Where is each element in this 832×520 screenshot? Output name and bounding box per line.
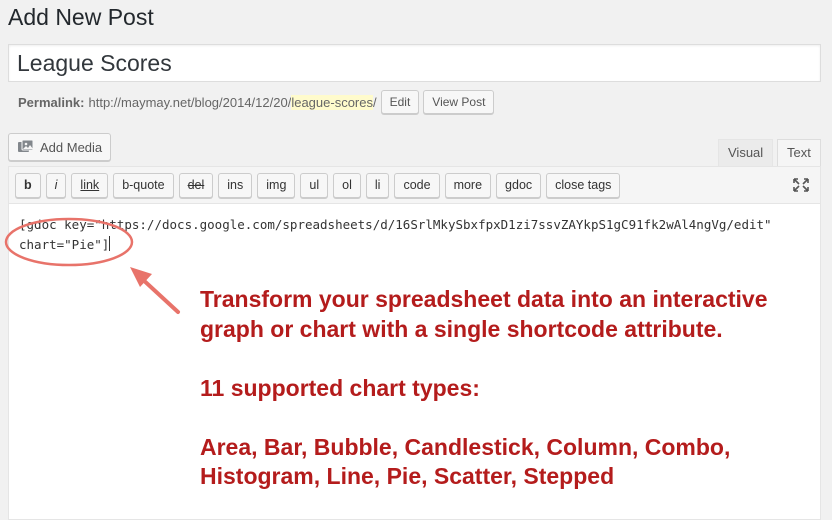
qt-bold-button[interactable]: b	[15, 173, 41, 198]
tab-text[interactable]: Text	[777, 139, 821, 168]
qt-ol-button[interactable]: ol	[333, 173, 361, 198]
add-media-label: Add Media	[40, 139, 103, 155]
qt-link-button[interactable]: link	[71, 173, 109, 198]
permalink-label: Permalink:	[18, 94, 85, 110]
editor-line-2: chart="Pie"]	[19, 237, 110, 252]
permalink-slug[interactable]: league-scores	[291, 94, 373, 110]
qt-more-button[interactable]: more	[444, 173, 492, 198]
permalink-suffix: /	[372, 94, 377, 110]
qt-li-button[interactable]: li	[365, 173, 390, 198]
callout-line-3: 11 supported chart types:	[200, 375, 480, 401]
permalink-row: Permalink: http://maymay.net/blog/2014/1…	[18, 90, 495, 114]
qt-close-tags-button[interactable]: close tags	[546, 173, 621, 198]
qt-del-button[interactable]: del	[178, 173, 214, 198]
qt-ins-button[interactable]: ins	[218, 173, 253, 198]
qt-img-button[interactable]: img	[257, 173, 296, 198]
editor-content[interactable]: [gdoc key="https://docs.google.com/sprea…	[19, 215, 772, 255]
add-media-button[interactable]: Add Media	[8, 133, 112, 161]
editor-line-1: [gdoc key="https://docs.google.com/sprea…	[19, 217, 772, 232]
media-icon	[17, 139, 35, 155]
post-title-input[interactable]: League Scores	[8, 44, 821, 82]
permalink-base[interactable]: http://maymay.net/blog/2014/12/20/	[88, 95, 291, 110]
page-title: Add New Post	[8, 4, 154, 30]
callout-line-5: Histogram, Line, Pie, Scatter, Stepped	[200, 463, 615, 489]
text-caret	[109, 236, 111, 251]
view-post-button[interactable]: View Post	[423, 90, 495, 114]
tab-visual[interactable]: Visual	[718, 139, 774, 167]
callout-line-2: graph or chart with a single shortcode a…	[200, 316, 723, 342]
qt-ul-button[interactable]: ul	[300, 173, 329, 198]
permalink-edit-button[interactable]: Edit	[380, 90, 420, 114]
callout-line-4: Area, Bar, Bubble, Candlestick, Column, …	[200, 434, 731, 460]
callout-line-1: Transform your spreadsheet data into an …	[200, 286, 768, 312]
qt-italic-button[interactable]: i	[45, 173, 67, 198]
fullscreen-icon[interactable]	[792, 177, 810, 193]
qt-gdoc-button[interactable]: gdoc	[496, 173, 542, 198]
qt-blockquote-button[interactable]: b-quote	[113, 173, 174, 198]
quicktags-toolbar: b i link b-quote del ins img ul ol li co…	[9, 167, 820, 204]
qt-code-button[interactable]: code	[394, 173, 440, 198]
